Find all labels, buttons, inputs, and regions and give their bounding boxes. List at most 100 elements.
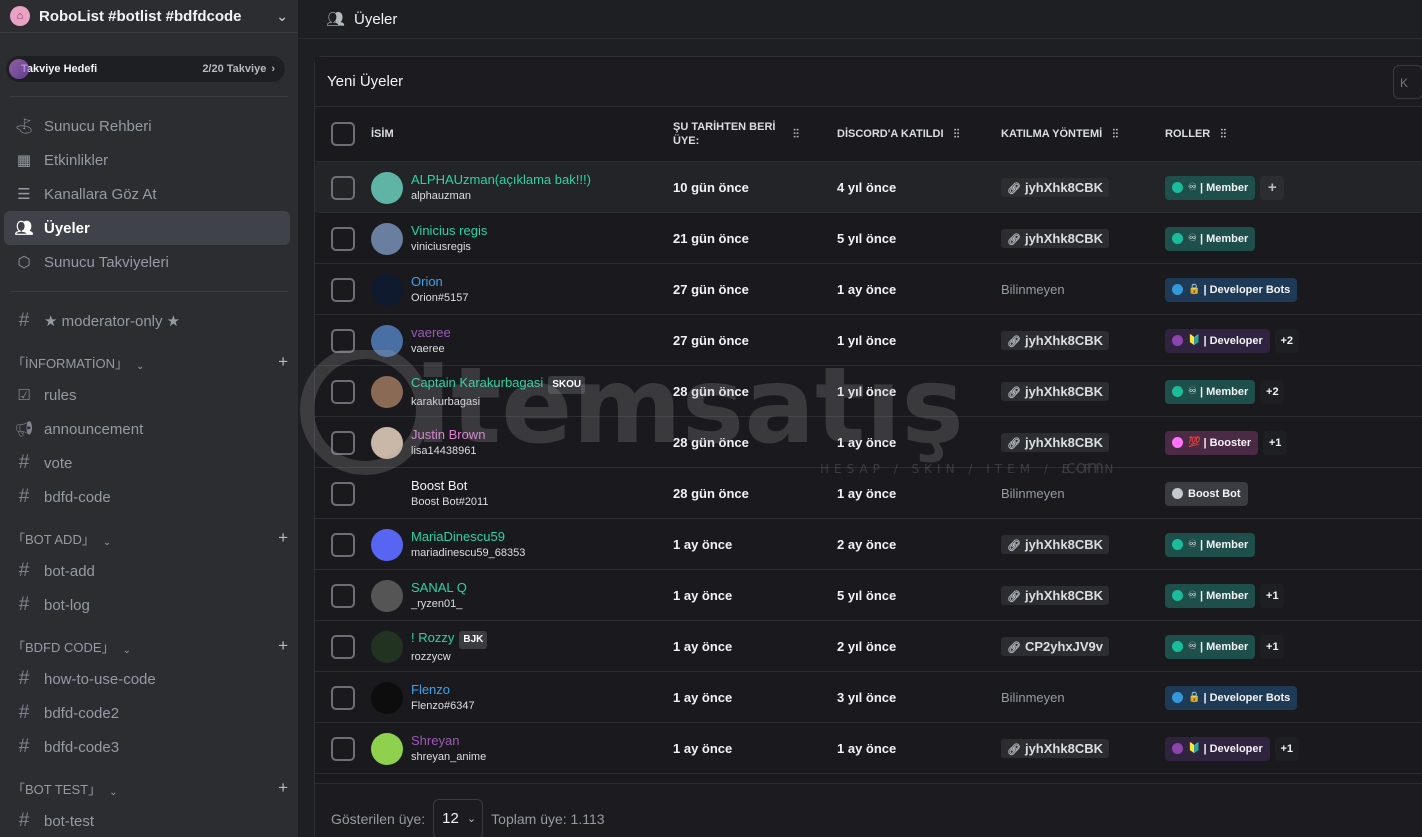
avatar[interactable]	[371, 426, 403, 459]
role-badge[interactable]: 🔰 | Developer	[1165, 328, 1270, 353]
add-channel-icon[interactable]: +	[278, 528, 288, 548]
role-badge[interactable]: ♾ | Member	[1165, 583, 1256, 608]
invite-code[interactable]: 🔗︎ jyhXhk8CBK	[1001, 178, 1109, 197]
role-badge[interactable]: 🔰 | Developer	[1165, 736, 1270, 761]
role-badge[interactable]: 💯 | Booster	[1165, 430, 1259, 455]
checkbox-box[interactable]	[331, 583, 355, 608]
checkbox-box[interactable]	[331, 532, 355, 557]
channel-moderator-only[interactable]: # ★ moderator-only ★	[4, 304, 290, 338]
invite-code[interactable]: 🔗︎ jyhXhk8CBK	[1001, 739, 1109, 758]
role-badge[interactable]: Boost Bot	[1165, 481, 1248, 506]
table-row[interactable]: MariaDinescu59 mariadinescu59_68353 1 ay ö…	[315, 519, 1422, 570]
member-display-name[interactable]: ! Rozzy	[411, 630, 454, 645]
category-header[interactable]: 「BDFD CODE」 ⌄ +	[0, 624, 298, 662]
avatar[interactable]	[371, 732, 403, 765]
checkbox-box[interactable]	[331, 379, 355, 404]
channel-bdfd-code3[interactable]: # bdfd-code3	[4, 730, 290, 764]
channel-announcement[interactable]: 📢︎ announcement	[4, 412, 290, 446]
select-all-checkbox[interactable]	[331, 122, 355, 146]
channel-rules[interactable]: ☑ rules	[4, 378, 290, 412]
server-header[interactable]: ⌂ RoboList #botlist #bdfdcode ⌄	[0, 0, 298, 32]
member-display-name[interactable]: Boost Bot	[411, 478, 467, 493]
add-channel-icon[interactable]: +	[278, 636, 288, 656]
checkbox-box[interactable]	[331, 634, 355, 659]
table-row[interactable]: SANAL Q _ryzen01_ 1 ay önce 5 yıl önce 🔗︎ jyh…	[315, 570, 1422, 621]
role-badge[interactable]: ♾ | Member	[1165, 634, 1256, 659]
sort-icon[interactable]: ⫶⫶	[793, 127, 799, 142]
more-roles-badge[interactable]: +1	[1263, 430, 1288, 455]
table-row[interactable]: Vinicius regis viniciusregis 21 gün önce 5 …	[315, 213, 1422, 264]
row-checkbox[interactable]	[331, 162, 355, 213]
table-row[interactable]: Flenzo Flenzo#6347 1 ay önce 3 yıl önce Bili…	[315, 672, 1422, 723]
table-row[interactable]: Orion Orion#5157 27 gün önce 1 ay önce Bilin…	[315, 264, 1422, 315]
channel-bot-test[interactable]: # bot-test	[4, 804, 290, 837]
table-row[interactable]: ALPHAUzman(açıklama bak!!!) alphauzman 10 …	[315, 162, 1422, 213]
nav-item-browse-channels[interactable]: ☰ Kanallara Göz At	[4, 177, 290, 211]
row-checkbox[interactable]	[331, 417, 355, 468]
column-roles[interactable]: ROLLER ⫶⫶	[1165, 127, 1226, 142]
member-cell[interactable]: Vinicius regis viniciusregis	[371, 213, 487, 264]
role-badge[interactable]: 🔒 | Developer Bots	[1165, 685, 1298, 710]
checkbox-box[interactable]	[331, 736, 355, 761]
add-role-button[interactable]: +	[1260, 175, 1285, 200]
member-display-name[interactable]: vaeree	[411, 325, 451, 340]
sort-icon[interactable]: ⫶⫶	[954, 127, 960, 142]
member-cell[interactable]: vaeree vaeree	[371, 315, 451, 366]
channel-vote[interactable]: # vote	[4, 446, 290, 480]
invite-code[interactable]: 🔗︎ jyhXhk8CBK	[1001, 331, 1109, 350]
row-checkbox[interactable]	[331, 264, 355, 315]
column-member-since[interactable]: ŞU TARİHTEN BERİ ÜYE: ⫶⫶	[673, 120, 813, 148]
nav-item-calendar[interactable]: ▦ Etkinlikler	[4, 143, 290, 177]
avatar[interactable]	[371, 375, 403, 408]
member-display-name[interactable]: Flenzo	[411, 682, 450, 697]
avatar[interactable]	[371, 222, 403, 255]
checkbox-box[interactable]	[331, 430, 355, 455]
more-roles-badge[interactable]: +2	[1274, 328, 1299, 353]
row-checkbox[interactable]	[331, 366, 355, 417]
avatar[interactable]	[371, 579, 403, 612]
role-badge[interactable]: ♾ | Member	[1165, 379, 1256, 404]
row-checkbox[interactable]	[331, 519, 355, 570]
member-display-name[interactable]: Captain Karakurbagasi	[411, 375, 543, 390]
role-badge[interactable]: ♾ | Member	[1165, 532, 1256, 557]
member-display-name[interactable]: Vinicius regis	[411, 223, 487, 238]
table-row[interactable]: vaeree vaeree 27 gün önce 1 yıl önce 🔗︎ jyhXh…	[315, 315, 1422, 366]
channel-bot-log[interactable]: # bot-log	[4, 588, 290, 622]
channel-how-to-use-code[interactable]: # how-to-use-code	[4, 662, 290, 696]
more-roles-badge[interactable]: +1	[1274, 736, 1299, 761]
avatar[interactable]	[371, 681, 403, 714]
category-header[interactable]: 「BOT ADD」 ⌄ +	[0, 516, 298, 554]
avatar[interactable]	[371, 477, 403, 510]
invite-code[interactable]: 🔗︎ jyhXhk8CBK	[1001, 433, 1109, 452]
avatar[interactable]	[371, 171, 403, 204]
row-checkbox[interactable]	[331, 672, 355, 723]
member-display-name[interactable]: Orion	[411, 274, 443, 289]
sort-icon[interactable]: ⫶⫶	[1112, 127, 1118, 142]
member-display-name[interactable]: SANAL Q	[411, 580, 467, 595]
sort-icon[interactable]: ⫶⫶	[1220, 127, 1226, 142]
avatar[interactable]	[371, 630, 403, 663]
nav-item-boost[interactable]: ⬡ Sunucu Takviyeleri	[4, 245, 290, 279]
chevron-down-icon[interactable]: ⌄	[276, 8, 288, 25]
column-join-method[interactable]: KATILMA YÖNTEMİ ⫶⫶	[1001, 127, 1118, 142]
table-row[interactable]: Captain Karakurbagasi SKOU karakurbagasi 28…	[315, 366, 1422, 417]
role-badge[interactable]: ♾ | Member	[1165, 175, 1256, 200]
checkbox-box[interactable]	[331, 277, 355, 302]
category-header[interactable]: 「BOT TEST」 ⌄ +	[0, 766, 298, 804]
row-checkbox[interactable]	[331, 723, 355, 774]
member-cell[interactable]: SANAL Q _ryzen01_	[371, 570, 467, 621]
member-cell[interactable]: Boost Bot Boost Bot#2011	[371, 468, 488, 519]
member-cell[interactable]: Orion Orion#5157	[371, 264, 469, 315]
avatar[interactable]	[371, 324, 403, 357]
avatar[interactable]	[371, 273, 403, 306]
member-display-name[interactable]: ALPHAUzman(açıklama bak!!!)	[411, 172, 591, 187]
page-size-select[interactable]: 12 ⌄	[433, 798, 484, 837]
channel-bot-add[interactable]: # bot-add	[4, 554, 290, 588]
more-roles-badge[interactable]: +1	[1260, 634, 1285, 659]
invite-code[interactable]: 🔗︎ CP2yhxJV9v	[1001, 637, 1110, 656]
member-cell[interactable]: ALPHAUzman(açıklama bak!!!) alphauzman	[371, 162, 591, 213]
member-cell[interactable]: Shreyan shreyan_anime	[371, 723, 486, 774]
checkbox-box[interactable]	[331, 481, 355, 506]
checkbox-box[interactable]	[331, 685, 355, 710]
column-joined-discord[interactable]: DİSCORD'A KATILDI ⫶⫶	[837, 127, 960, 142]
